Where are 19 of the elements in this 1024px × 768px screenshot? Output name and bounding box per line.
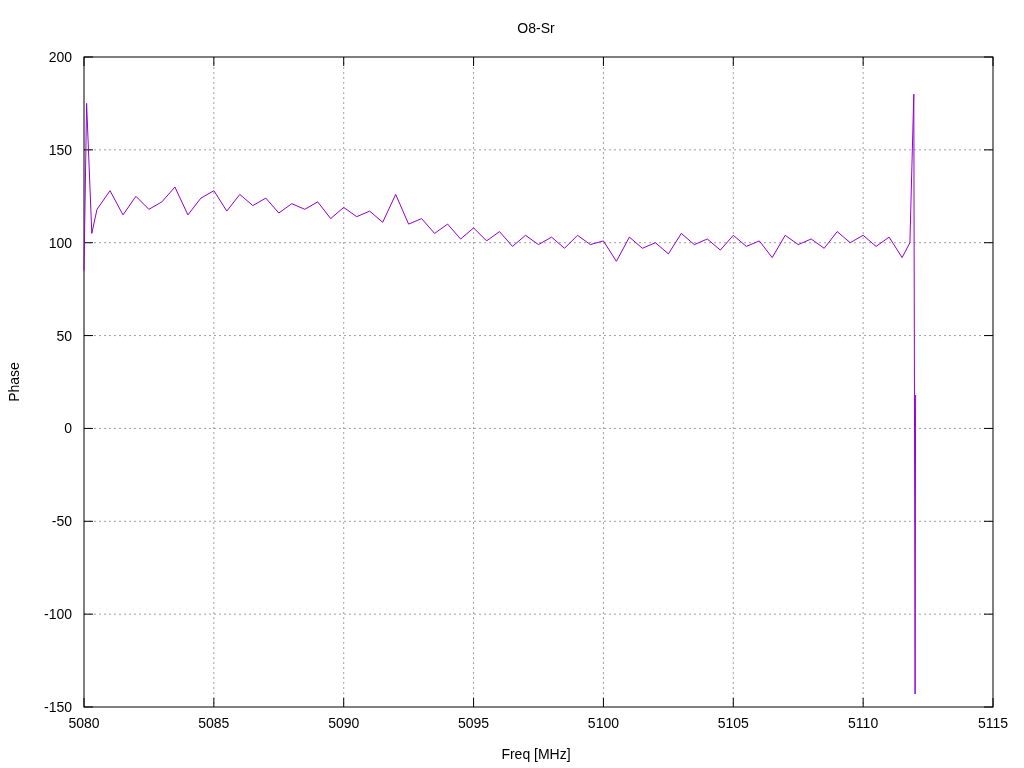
tick-label: 5095 xyxy=(458,715,490,731)
chart-title: O8-Sr xyxy=(517,20,555,36)
tick-label: -100 xyxy=(43,606,72,623)
tick-label: 100 xyxy=(48,234,72,251)
tick-label: 150 xyxy=(48,141,72,158)
tick-label: 5085 xyxy=(198,715,230,731)
tick-label: 5110 xyxy=(848,715,879,731)
tick-label: 5080 xyxy=(68,715,100,731)
tick-label: 200 xyxy=(48,49,72,65)
tick-label: 5100 xyxy=(587,715,619,731)
tick-label: 5105 xyxy=(717,715,749,731)
tick-label: -150 xyxy=(43,699,72,715)
axis-label: Freq [MHz] xyxy=(501,746,571,762)
tick-label: 50 xyxy=(56,327,72,344)
tick-label: 0 xyxy=(64,420,72,437)
tick-label: 5115 xyxy=(977,715,1009,731)
axis-label: Phase xyxy=(6,362,22,402)
tick-label: -50 xyxy=(51,513,72,530)
tick-label: 5090 xyxy=(328,715,360,731)
